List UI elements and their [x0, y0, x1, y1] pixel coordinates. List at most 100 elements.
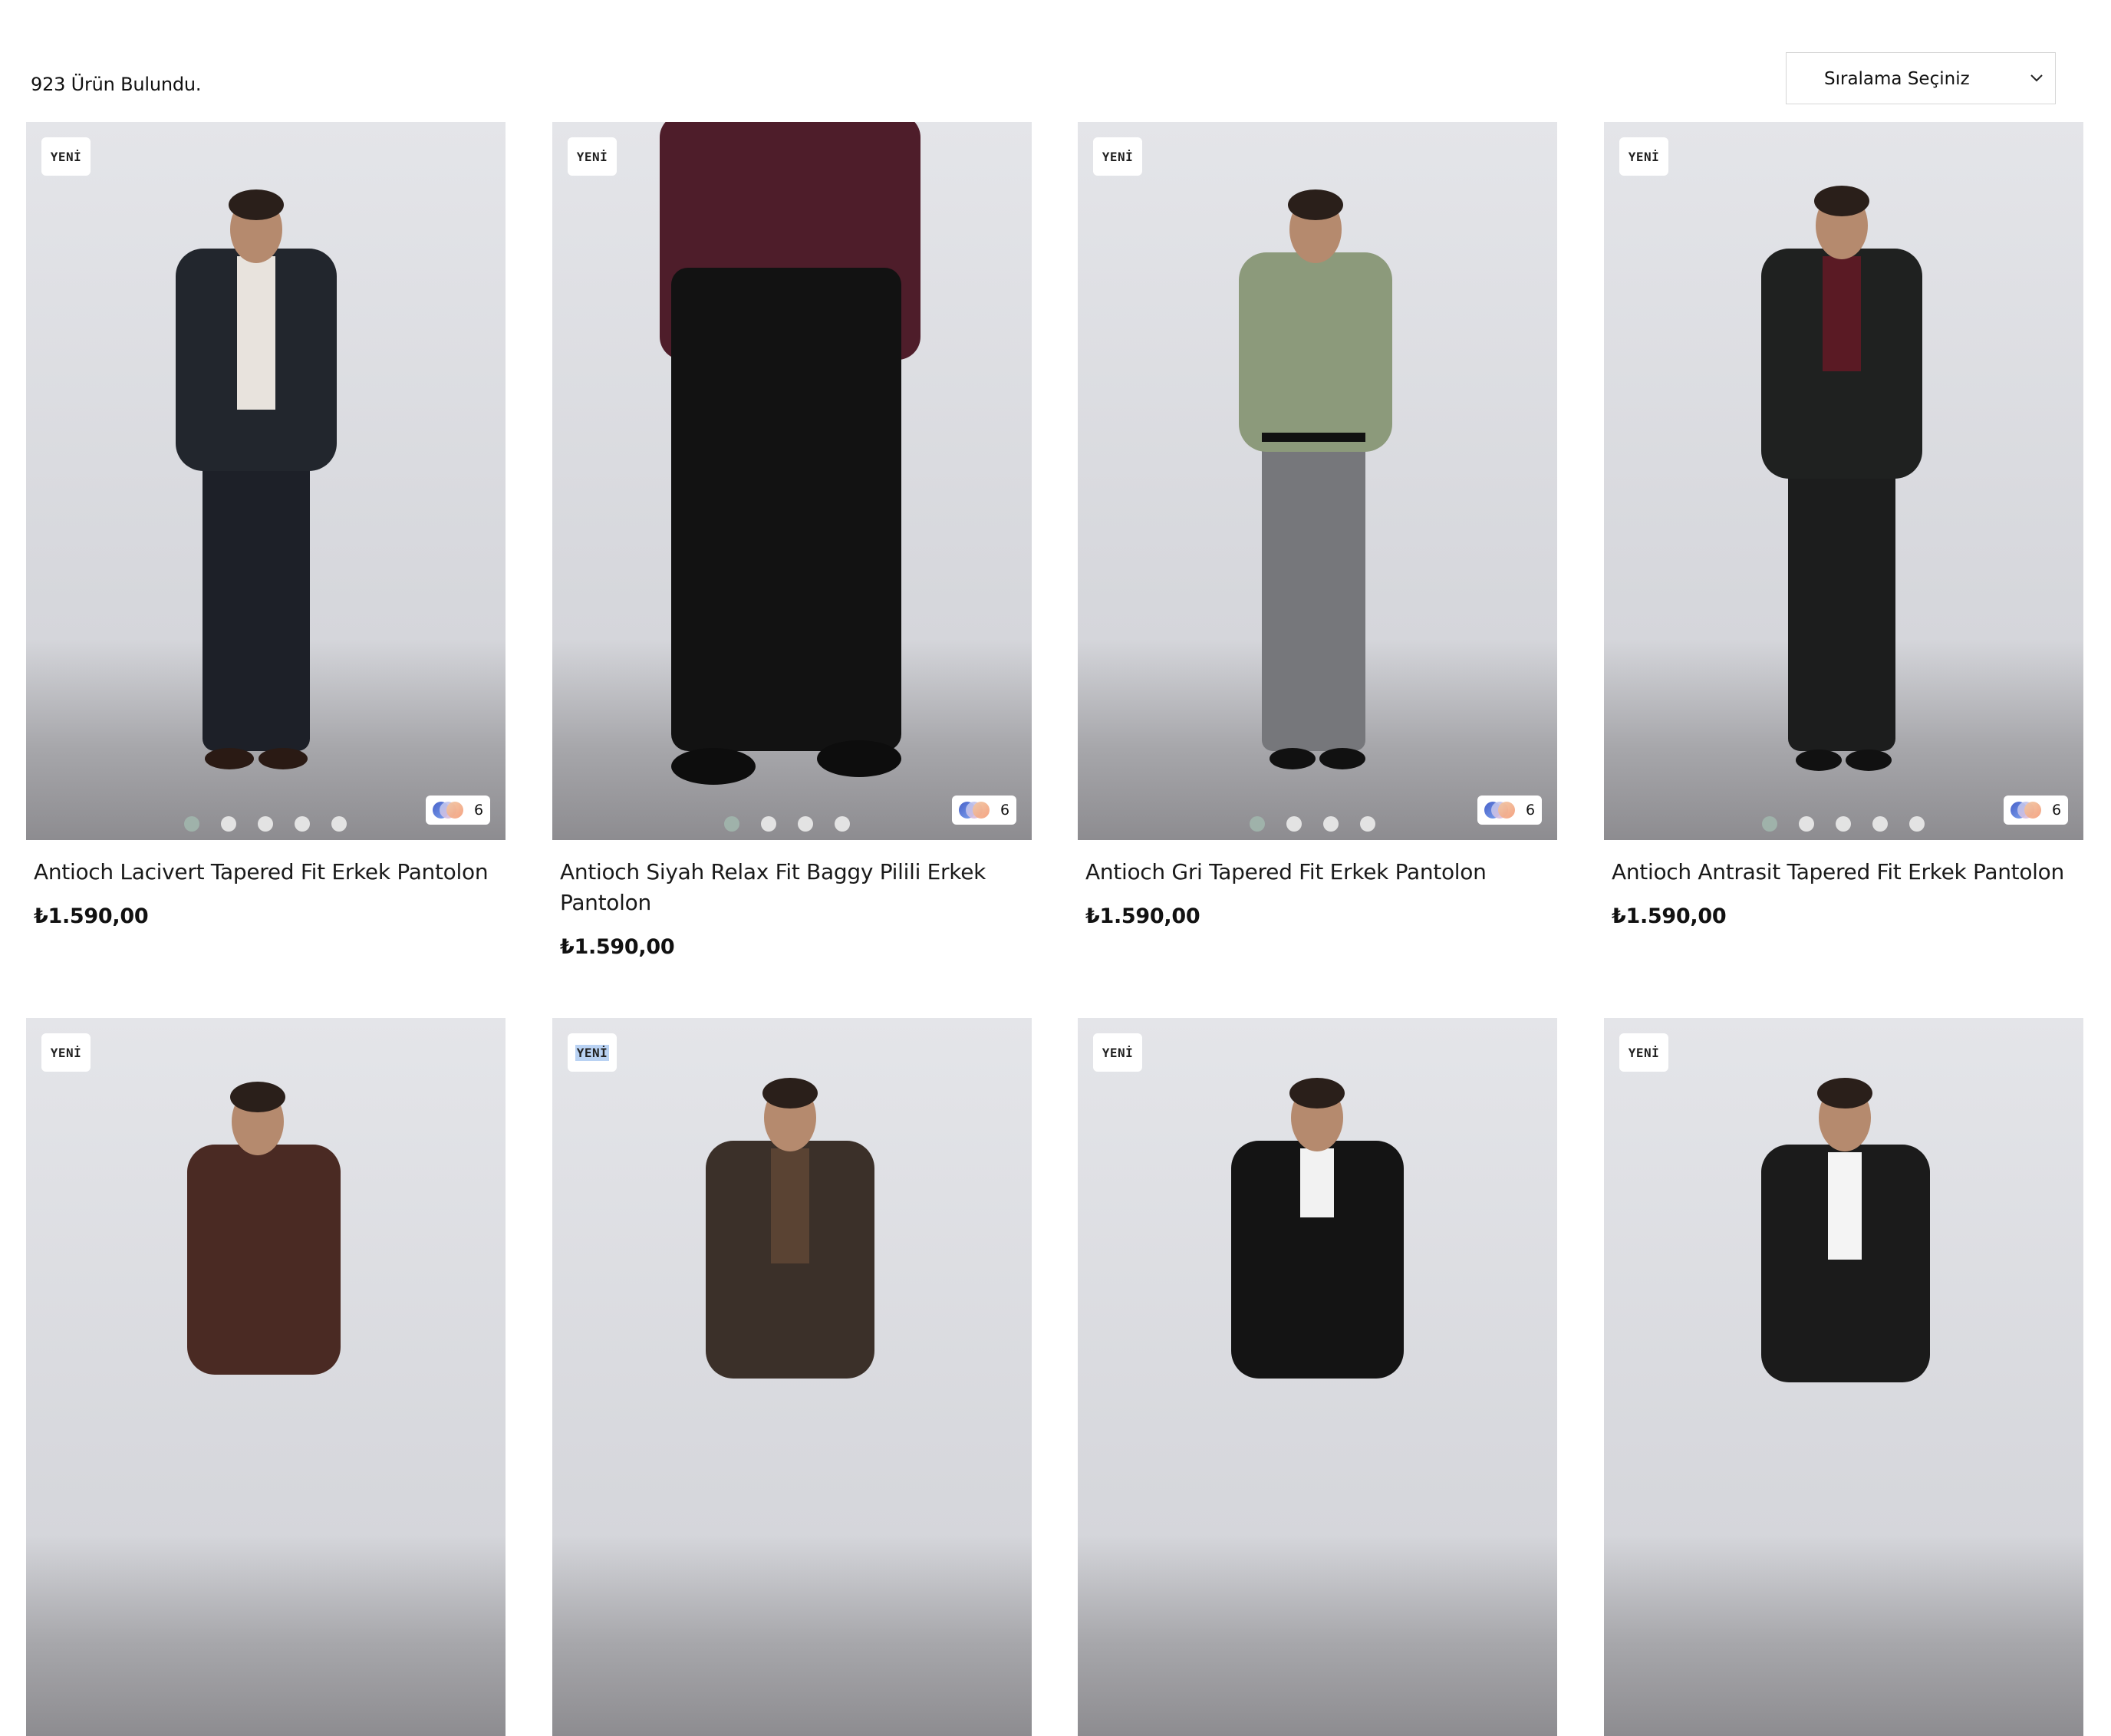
figure-shoes	[1796, 749, 1842, 771]
product-photo-figure	[1761, 186, 1922, 771]
product-image[interactable]: YENİ	[26, 1018, 506, 1736]
figure-hair	[1289, 1078, 1345, 1108]
new-badge: YENİ	[41, 137, 91, 176]
product-photo-figure	[1239, 189, 1392, 769]
figure-hair	[1288, 189, 1343, 220]
color-swatch-icon	[2010, 801, 2041, 819]
carousel-dot[interactable]	[1872, 816, 1888, 832]
figure-shirt	[1300, 1148, 1334, 1217]
image-carousel-dots[interactable]	[724, 816, 850, 832]
carousel-dot[interactable]	[1250, 816, 1265, 832]
product-card[interactable]: YENİ	[1078, 1018, 1557, 1736]
color-swatch-icon	[1484, 801, 1515, 819]
product-image[interactable]: YENİ	[1078, 1018, 1557, 1736]
carousel-dot[interactable]	[1323, 816, 1339, 832]
color-count: 6	[1000, 802, 1010, 819]
product-name[interactable]: Antioch Antrasit Tapered Fit Erkek Panto…	[1612, 857, 2072, 888]
product-card[interactable]: YENİ 6 Antioch Gri Tapered Fit Erkek Pan…	[1078, 122, 1557, 928]
product-image[interactable]: YENİ 6	[1604, 122, 2083, 840]
new-badge: YENİ	[1093, 137, 1142, 176]
figure-shirt	[771, 1148, 809, 1263]
product-card[interactable]: YENİ	[26, 1018, 506, 1736]
product-price: ₺1.590,00	[1085, 904, 1200, 928]
color-options-button[interactable]: 6	[2004, 796, 2068, 825]
carousel-dot[interactable]	[1909, 816, 1925, 832]
product-photo-figure	[660, 122, 920, 785]
carousel-dot[interactable]	[331, 816, 347, 832]
new-badge: YENİ	[1093, 1033, 1142, 1072]
figure-shirt	[237, 256, 275, 410]
new-badge: YENİ	[568, 137, 617, 176]
product-card[interactable]: YENİ 6 Antioch Siyah Relax Fit Baggy Pil…	[552, 122, 1032, 959]
product-photo-figure	[187, 1082, 341, 1375]
product-card[interactable]: YENİ	[1604, 1018, 2083, 1736]
carousel-dot[interactable]	[258, 816, 273, 832]
figure-legs	[203, 429, 310, 751]
color-options-button[interactable]: 6	[426, 796, 490, 825]
color-options-button[interactable]: 6	[1477, 796, 1542, 825]
new-badge: YENİ	[41, 1033, 91, 1072]
image-carousel-dots[interactable]	[1250, 816, 1375, 832]
carousel-dot[interactable]	[1799, 816, 1814, 832]
product-card[interactable]: YENİ	[552, 1018, 1032, 1736]
figure-shoes	[259, 748, 308, 769]
color-swatch-icon	[958, 801, 990, 819]
figure-belt	[1262, 433, 1365, 442]
figure-shirt	[1823, 256, 1861, 371]
carousel-dot[interactable]	[295, 816, 310, 832]
product-photo-figure	[1761, 1078, 1930, 1382]
product-grid: YENİ 6 Antioch Lacivert Tapered Fit Erke…	[0, 0, 2111, 1736]
product-image[interactable]: YENİ	[1604, 1018, 2083, 1736]
carousel-dot[interactable]	[1836, 816, 1851, 832]
figure-hair	[1817, 1078, 1872, 1108]
color-count: 6	[2051, 802, 2062, 819]
carousel-dot[interactable]	[835, 816, 850, 832]
figure-shoes	[1846, 749, 1892, 771]
figure-shirt	[1828, 1152, 1862, 1260]
figure-legs	[1262, 429, 1365, 751]
figure-hair	[230, 1082, 285, 1112]
product-photo-figure	[706, 1078, 874, 1379]
figure-shoes	[817, 740, 901, 777]
figure-hair	[762, 1078, 818, 1108]
product-photo-figure	[176, 189, 337, 769]
carousel-dot[interactable]	[1286, 816, 1302, 832]
color-swatch-icon	[432, 801, 463, 819]
product-name[interactable]: Antioch Siyah Relax Fit Baggy Pilili Erk…	[560, 857, 1020, 918]
product-name[interactable]: Antioch Gri Tapered Fit Erkek Pantolon	[1085, 857, 1546, 888]
carousel-dot[interactable]	[184, 816, 199, 832]
carousel-dot[interactable]	[1360, 816, 1375, 832]
carousel-dot[interactable]	[798, 816, 813, 832]
carousel-dot[interactable]	[1762, 816, 1777, 832]
color-options-button[interactable]: 6	[952, 796, 1016, 825]
figure-shoes	[1270, 748, 1316, 769]
product-photo-figure	[1231, 1078, 1404, 1379]
product-image[interactable]: YENİ 6	[552, 122, 1032, 840]
figure-torso	[1239, 252, 1392, 452]
figure-shoes	[1319, 748, 1365, 769]
figure-legs	[671, 268, 901, 751]
figure-hair	[1814, 186, 1869, 216]
figure-shoes	[205, 748, 254, 769]
color-count: 6	[473, 802, 484, 819]
new-badge: YENİ	[1619, 137, 1668, 176]
product-image[interactable]: YENİ 6	[1078, 122, 1557, 840]
image-carousel-dots[interactable]	[184, 816, 347, 832]
product-image[interactable]: YENİ 6	[26, 122, 506, 840]
figure-hair	[229, 189, 284, 220]
carousel-dot[interactable]	[221, 816, 236, 832]
new-badge: YENİ	[1619, 1033, 1668, 1072]
product-name[interactable]: Antioch Lacivert Tapered Fit Erkek Panto…	[34, 857, 494, 888]
product-price: ₺1.590,00	[1612, 904, 1727, 928]
figure-torso	[187, 1145, 341, 1375]
carousel-dot[interactable]	[724, 816, 739, 832]
product-card[interactable]: YENİ 6 Antioch Lacivert Tapered Fit Erke…	[26, 122, 506, 928]
new-badge: YENİ	[568, 1033, 617, 1072]
product-price: ₺1.590,00	[560, 935, 675, 959]
product-image[interactable]: YENİ	[552, 1018, 1032, 1736]
product-price: ₺1.590,00	[34, 904, 149, 928]
image-carousel-dots[interactable]	[1762, 816, 1925, 832]
product-card[interactable]: YENİ 6 Antioch Antrasit Tapered Fit Erke…	[1604, 122, 2083, 928]
carousel-dot[interactable]	[761, 816, 776, 832]
figure-shoes	[671, 748, 756, 785]
